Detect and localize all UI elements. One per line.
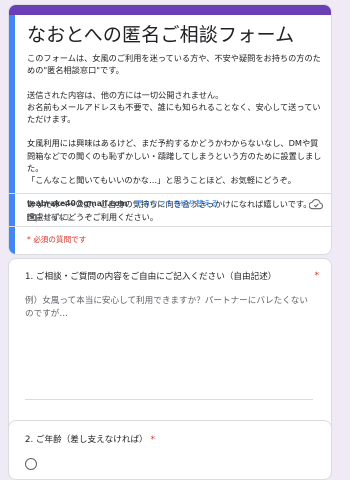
header-left-accent: [9, 15, 15, 254]
question-title-text: 2. ご年齢（差し支えなければ）: [25, 435, 148, 445]
question-title: 2. ご年齢（差し支えなければ） *: [25, 433, 155, 445]
divider: [9, 226, 331, 227]
question-card-1: 1. ご相談・ご質問の内容をご自由にご記入ください（自由記述） * 例）女風って…: [8, 258, 332, 442]
required-asterisk: *: [314, 271, 320, 281]
not-shared-icon: [27, 213, 37, 222]
form-header-card: なおとへの匿名ご相談フォーム このフォームは、女風のご利用を迷っている方や、不安…: [8, 4, 332, 255]
divider: [9, 193, 331, 194]
required-note: * 必須の質問です: [27, 235, 87, 244]
required-asterisk: *: [150, 435, 155, 445]
account-email: teabrake40@gmail.com: [27, 199, 128, 208]
header-accent-bar: [9, 5, 331, 15]
switch-account-link[interactable]: アカウントを切り替える: [135, 199, 218, 208]
question-card-2: 2. ご年齢（差し支えなければ） *: [8, 420, 332, 480]
answer-textarea[interactable]: 例）女風って本当に安心して利用できますか？パートナーにバレたくないのですが…: [25, 295, 313, 321]
shared-label: 共有なし: [43, 213, 74, 222]
question-title: 1. ご相談・ご質問の内容をご自由にご記入ください（自由記述）: [25, 272, 277, 282]
shared-status: 共有なし: [27, 212, 73, 223]
cloud-saved-icon[interactable]: [309, 198, 323, 210]
account-row: teabrake40@gmail.com アカウントを切り替える: [27, 198, 323, 210]
form-title: なおとへの匿名ご相談フォーム: [27, 24, 295, 46]
answer-underline: [25, 399, 313, 400]
